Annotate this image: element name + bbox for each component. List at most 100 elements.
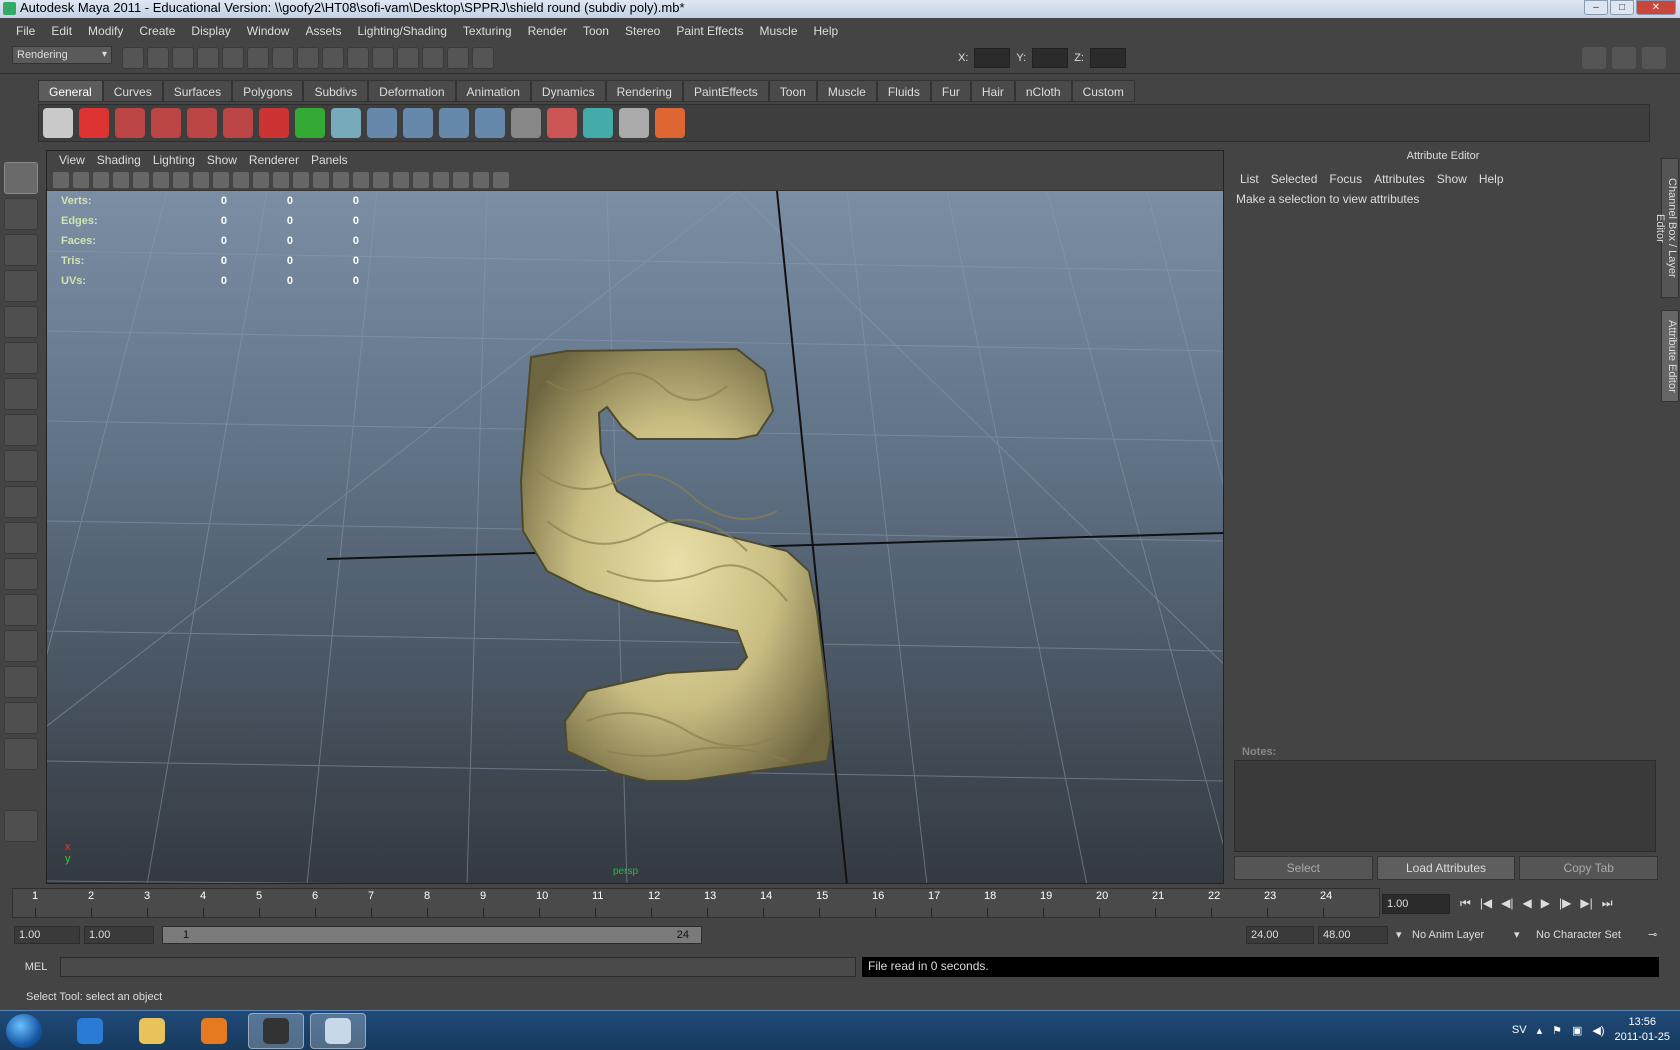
play-forward-icon[interactable]: ▶ xyxy=(1541,896,1550,911)
paint-select-tool-icon[interactable] xyxy=(4,234,38,266)
step-forward-key-icon[interactable]: ▶| xyxy=(1580,896,1592,911)
tab-subdivs[interactable]: Subdivs xyxy=(303,80,369,102)
menu-set-dropdown[interactable]: Rendering xyxy=(12,46,112,64)
soft-mod-tool-icon[interactable] xyxy=(4,414,38,446)
network-icon[interactable]: ▣ xyxy=(1572,1024,1582,1037)
action-center-flag-icon[interactable]: ⚑ xyxy=(1552,1024,1562,1037)
safe-action-icon[interactable] xyxy=(253,172,269,188)
menu-stereo[interactable]: Stereo xyxy=(617,24,668,38)
load-attributes-button[interactable]: Load Attributes xyxy=(1376,856,1516,880)
tool-settings-toggle-icon[interactable] xyxy=(1612,47,1636,69)
tray-expand-icon[interactable]: ▴ xyxy=(1537,1024,1543,1037)
vp-menu-lighting[interactable]: Lighting xyxy=(147,151,201,169)
animation-end-field[interactable]: 48.00 xyxy=(1318,926,1388,944)
ae-menu-show[interactable]: Show xyxy=(1431,172,1473,186)
vp-menu-panels[interactable]: Panels xyxy=(305,151,354,169)
group-icon[interactable] xyxy=(439,108,469,138)
menu-render[interactable]: Render xyxy=(520,24,575,38)
wireframe-icon[interactable] xyxy=(293,172,309,188)
z-field[interactable] xyxy=(1089,48,1126,68)
clock[interactable]: 13:56 2011-01-25 xyxy=(1615,1015,1670,1045)
manipulator-tool-icon[interactable] xyxy=(4,378,38,410)
taskbar-explorer[interactable] xyxy=(124,1013,180,1049)
time-slider[interactable]: 1 2 3 4 5 6 7 8 9 10 11 12 13 14 15 16 17 18 19 20 21 22 23 24 xyxy=(12,888,1380,918)
joint-icon[interactable] xyxy=(403,108,433,138)
bookmark-icon[interactable] xyxy=(93,172,109,188)
camera-select-icon[interactable] xyxy=(53,172,69,188)
history-icon[interactable] xyxy=(372,47,394,69)
tab-muscle[interactable]: Muscle xyxy=(816,80,877,102)
outliner-icon[interactable] xyxy=(511,108,541,138)
select-tool-icon[interactable] xyxy=(4,162,38,194)
mel-label[interactable]: MEL xyxy=(16,957,56,977)
channel-box-toggle-icon[interactable] xyxy=(1642,47,1666,69)
move-tool-icon[interactable] xyxy=(4,270,38,302)
cube-icon[interactable] xyxy=(583,108,613,138)
parent-icon[interactable] xyxy=(475,108,505,138)
ae-menu-focus[interactable]: Focus xyxy=(1323,172,1368,186)
menu-edit[interactable]: Edit xyxy=(43,24,80,38)
default-light-icon[interactable] xyxy=(373,172,389,188)
paint-brush-icon[interactable] xyxy=(655,108,685,138)
camera-reel-icon[interactable] xyxy=(43,108,73,138)
ipr-camera-icon[interactable] xyxy=(151,108,181,138)
shield-s-mesh[interactable] xyxy=(519,347,833,782)
select-button[interactable]: Select xyxy=(1234,856,1373,880)
vp-menu-show[interactable]: Show xyxy=(201,151,243,169)
3d-scene[interactable]: Verts: 0 0 0 Edges: 0 0 0 Faces: 0 0 0 Tris: 0 0 0 U… xyxy=(47,191,1223,883)
scale-tool-icon[interactable] xyxy=(4,342,38,374)
tab-channel-box[interactable]: Channel Box / Layer Editor xyxy=(1654,158,1679,298)
grid-icon[interactable] xyxy=(153,172,169,188)
show-manipulator-icon[interactable] xyxy=(4,450,38,482)
open-scene-icon[interactable] xyxy=(147,47,169,69)
select-hierarchy-icon[interactable] xyxy=(197,47,219,69)
menu-muscle[interactable]: Muscle xyxy=(752,24,806,38)
tab-deformation[interactable]: Deformation xyxy=(368,80,456,102)
last-tool-icon[interactable] xyxy=(4,486,38,518)
xray-icon[interactable] xyxy=(353,172,369,188)
gate-mask-icon[interactable] xyxy=(213,172,229,188)
render-frame-icon[interactable] xyxy=(397,47,419,69)
menu-assets[interactable]: Assets xyxy=(297,24,349,38)
step-forward-frame-icon[interactable]: |▶ xyxy=(1559,896,1571,911)
animation-start-field[interactable]: 1.00 xyxy=(14,926,80,944)
snap-point-icon[interactable] xyxy=(322,47,344,69)
copy-tab-button[interactable]: Copy Tab xyxy=(1519,856,1659,880)
tab-custom[interactable]: Custom xyxy=(1071,80,1135,102)
go-to-start-icon[interactable]: ⏮ xyxy=(1460,896,1471,911)
tab-surfaces[interactable]: Surfaces xyxy=(162,80,233,102)
texture-cube-icon[interactable] xyxy=(619,108,649,138)
menu-modify[interactable]: Modify xyxy=(80,24,131,38)
anim-layer-dropdown[interactable]: No Anim Layer xyxy=(1412,926,1520,944)
taskbar-media-player[interactable] xyxy=(186,1013,242,1049)
tab-animation[interactable]: Animation xyxy=(455,80,531,102)
minimize-button[interactable]: – xyxy=(1584,0,1608,15)
menu-display[interactable]: Display xyxy=(183,24,238,38)
new-scene-icon[interactable] xyxy=(122,47,144,69)
start-button[interactable] xyxy=(6,1014,42,1048)
snap-curve-icon[interactable] xyxy=(297,47,319,69)
render-settings-icon[interactable] xyxy=(447,47,469,69)
custom-layout-icon[interactable] xyxy=(4,702,38,734)
tab-rendering[interactable]: Rendering xyxy=(605,80,683,102)
char-set-chevron-icon[interactable]: ▾ xyxy=(1514,926,1534,944)
menu-paint-effects[interactable]: Paint Effects xyxy=(668,24,751,38)
playback-end-field[interactable]: 24.00 xyxy=(1246,926,1314,944)
tab-attribute-editor[interactable]: Attribute Editor xyxy=(1661,310,1679,402)
field-chart-icon[interactable] xyxy=(233,172,249,188)
smooth-shade-icon[interactable] xyxy=(313,172,329,188)
taskbar-paint[interactable] xyxy=(310,1013,366,1049)
render-camera-icon[interactable] xyxy=(115,108,145,138)
ae-menu-attributes[interactable]: Attributes xyxy=(1368,172,1431,186)
snap-grid-icon[interactable] xyxy=(272,47,294,69)
vp-menu-renderer[interactable]: Renderer xyxy=(243,151,305,169)
tab-ncloth[interactable]: nCloth xyxy=(1014,80,1072,102)
tab-general[interactable]: General xyxy=(38,80,103,102)
range-slider[interactable]: 1 24 xyxy=(162,926,702,944)
batch-camera-icon[interactable] xyxy=(187,108,217,138)
all-lights-icon[interactable] xyxy=(393,172,409,188)
tab-painteffects[interactable]: PaintEffects xyxy=(682,80,769,102)
play-backward-icon[interactable]: ◀ xyxy=(1523,896,1532,911)
tab-fluids[interactable]: Fluids xyxy=(876,80,931,102)
shadows-icon[interactable] xyxy=(413,172,429,188)
